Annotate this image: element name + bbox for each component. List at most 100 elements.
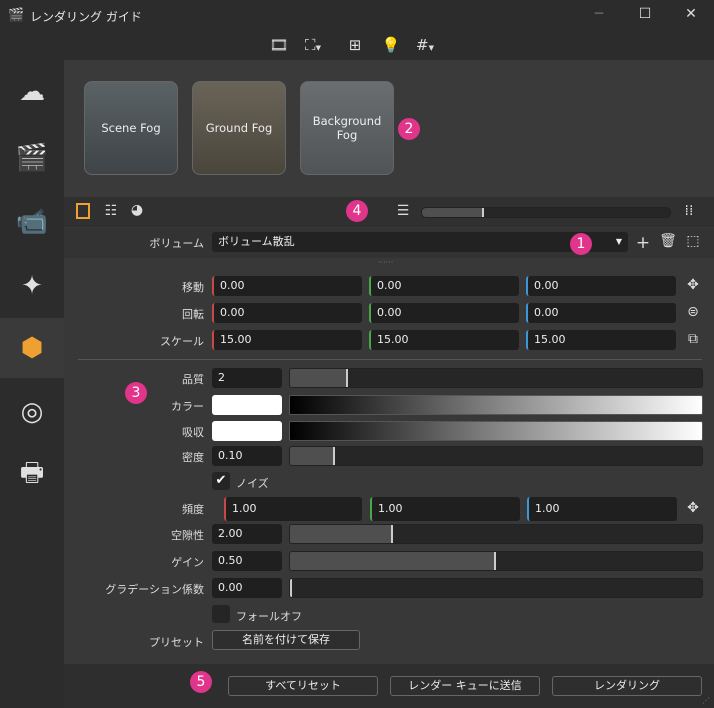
thumbnail-size-slider[interactable] [421,207,671,218]
frequency-x-field[interactable]: 1.00 [224,497,362,521]
gain-field[interactable]: 0.50 [212,551,282,571]
slider-fill [422,208,484,217]
porosity-field[interactable]: 2.00 [212,524,282,544]
chevron-down-icon: ▼ [615,237,622,246]
falloff-label: フォールオフ [236,610,302,623]
gradient-factor-field[interactable]: 0.00 [212,578,282,598]
reset-all-button[interactable]: すべてリセット [228,676,378,696]
move-x-field[interactable]: 0.00 [212,276,362,296]
scale-icon[interactable]: ⧉ [684,331,702,347]
volume-dropdown[interactable]: ボリューム散乱 ▼ [212,232,628,252]
maximize-button[interactable]: ☐ [630,6,660,26]
color-swatch[interactable] [212,395,282,415]
sidebar-item-lights[interactable]: ✦ [0,256,64,316]
rotate-z-field[interactable]: 0.00 [526,303,676,323]
grid-icon[interactable]: #▼ [414,36,436,56]
fog-cloud-icon: ☁ [19,77,45,107]
sidebar-item-lens[interactable]: ◎ [0,382,64,442]
rotate-y-field[interactable]: 0.00 [369,303,519,323]
camera-gear-icon: 📹 [15,207,49,237]
slider-fill [290,369,348,387]
sidebar-item-scene[interactable]: 🎬 [0,128,64,188]
grid-view-icon[interactable]: ⁞⁞ [680,203,698,219]
quality-slider[interactable] [289,368,703,388]
falloff-checkbox[interactable] [212,605,230,623]
material-ball-icon[interactable]: ◕ [128,202,146,218]
preset-scene-fog[interactable]: Scene Fog [84,81,178,175]
splitter-handle[interactable]: ······ [378,258,393,267]
gradient-factor-slider[interactable] [289,578,703,598]
color-label: カラー [171,400,204,413]
quality-label: 品質 [182,373,204,386]
gain-slider[interactable] [289,551,703,571]
object-view-icon[interactable] [76,203,90,219]
move-label: 移動 [182,281,204,294]
scale-y-field[interactable]: 15.00 [369,330,519,350]
preset-label: プリセット [149,636,204,649]
printer-icon: 🖶 [19,458,45,488]
resize-grip[interactable]: ⋰ [702,696,710,705]
density-slider[interactable] [289,446,703,466]
scale-x-field[interactable]: 15.00 [212,330,362,350]
move-icon[interactable]: ✥ [684,500,702,516]
volume-value: ボリューム散乱 [218,235,295,248]
window-title: レンダリング ガイド [30,10,142,24]
volume-box-icon: ⬢ [20,333,44,363]
frequency-z-field[interactable]: 1.00 [527,497,677,521]
scale-z-field[interactable]: 15.00 [526,330,676,350]
sidebar-item-print[interactable]: 🖶 [0,446,64,506]
slider-fill [290,525,393,543]
safe-frame-icon[interactable]: ⛶▼ [302,36,324,56]
hierarchy-icon[interactable]: ☷ [102,203,120,219]
check-icon: ✔ [215,473,227,488]
add-icon[interactable]: + [634,233,652,253]
pick-object-icon[interactable]: ⬚ [684,233,702,249]
viewport-layout-icon[interactable]: ⊞ [344,36,366,56]
preset-ground-fog[interactable]: Ground Fog [192,81,286,175]
absorb-label: 吸収 [182,426,204,439]
slider-fill [290,552,496,570]
absorb-swatch[interactable] [212,421,282,441]
preset-background-fog[interactable]: Background Fog [300,81,394,175]
density-label: 密度 [182,451,204,464]
sidebar-item-camera[interactable]: 📹 [0,192,64,252]
porosity-slider[interactable] [289,524,703,544]
frequency-y-field[interactable]: 1.00 [370,497,520,521]
render-button[interactable]: レンダリング [552,676,702,696]
trash-icon[interactable]: 🗑 [659,233,677,249]
move-y-field[interactable]: 0.00 [369,276,519,296]
slider-fill [290,447,336,465]
gradient-factor-label: グラデーション係数 [105,583,204,596]
light-view-icon[interactable]: 💡 [380,36,402,56]
color-gradient-slider[interactable] [289,395,703,415]
noise-checkbox[interactable]: ✔ [212,472,230,490]
rotate-x-field[interactable]: 0.00 [212,303,362,323]
preset-label: Ground Fog [205,121,273,135]
minimize-button[interactable]: ─ [584,6,614,26]
sidebar-item-fog-presets[interactable]: ☁ [0,62,64,122]
porosity-label: 空隙性 [171,529,204,542]
quality-field[interactable]: 2 [212,368,282,388]
volume-label: ボリューム [149,237,204,250]
preset-label: Background Fog [312,114,382,142]
move-z-field[interactable]: 0.00 [526,276,676,296]
slider-fill [290,579,292,597]
list-view-icon[interactable]: ☰ [394,203,412,219]
move-icon[interactable]: ✥ [684,277,702,293]
rotate-icon[interactable]: ⊜ [684,304,702,320]
gain-label: ゲイン [171,556,204,569]
absorb-gradient-slider[interactable] [289,421,703,441]
close-button[interactable]: ✕ [676,6,706,26]
rotate-label: 回転 [182,308,204,321]
save-preset-button[interactable]: 名前を付けて保存 [212,630,360,650]
app-icon: 🎬 [8,8,25,23]
send-to-queue-button[interactable]: レンダー キューに送信 [390,676,540,696]
density-field[interactable]: 0.10 [212,446,282,466]
frequency-label: 頻度 [182,503,204,516]
callout-badge: 4 [346,200,368,222]
film-frame-icon[interactable]: 🎞 [268,36,290,56]
sidebar-item-volume[interactable]: ⬢ [0,318,64,378]
lens-dial-icon: ◎ [20,397,44,427]
preset-label: Scene Fog [101,121,161,135]
callout-badge: 1 [570,233,592,255]
